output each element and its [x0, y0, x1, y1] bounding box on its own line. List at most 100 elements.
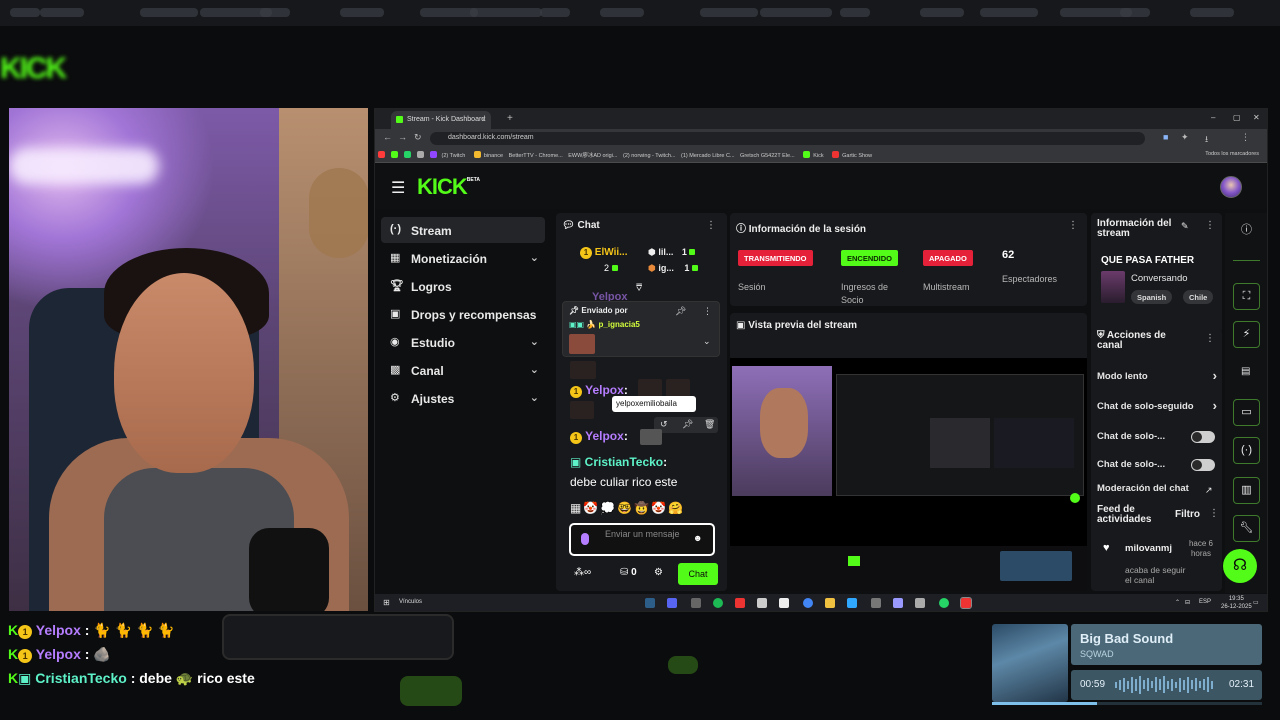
filter-button[interactable]: Filtro — [1175, 509, 1200, 520]
app-icon[interactable] — [779, 598, 789, 608]
chrome-icon[interactable] — [803, 598, 813, 608]
extension-icon[interactable]: ■ — [1163, 132, 1168, 142]
info-icon: ⓘ — [736, 224, 746, 235]
pinned-user[interactable]: ▣▣ 🍌 p_ignacia5 — [569, 320, 640, 329]
clock[interactable]: 19:35 26-12-2025 — [1221, 595, 1252, 611]
spotify-icon[interactable] — [713, 598, 723, 608]
lightning-icon[interactable]: ⚡︎ — [1233, 321, 1260, 348]
bookmark[interactable]: Gretsch G5422T Ele... — [740, 153, 795, 159]
notification-icon[interactable]: ▭ — [1253, 599, 1259, 606]
address-bar-row: ← → ↻ dashboard.kick.com/stream ■ ✦ ⭳ ⋮ — [375, 129, 1267, 148]
language-indicator[interactable]: ESP — [1199, 599, 1211, 605]
reload-icon[interactable]: ↻ — [414, 132, 422, 143]
hamburger-menu-icon[interactable]: ☰ — [391, 178, 405, 198]
bookmark[interactable]: (2) norwing - Twitch... — [623, 153, 675, 159]
stream-preview-video[interactable] — [730, 358, 1087, 546]
scroll-indicator-icon[interactable]: ⩢ — [636, 283, 642, 294]
bookmark[interactable]: EWW廖冰AD origi... — [568, 151, 617, 159]
app-icon[interactable] — [871, 598, 881, 608]
chat-only-toggle-2[interactable] — [1191, 459, 1215, 471]
feed-menu-icon[interactable]: ⋮ — [1209, 508, 1219, 519]
edit-icon[interactable]: ✎ — [1181, 221, 1189, 232]
active-app-icon[interactable] — [960, 597, 972, 609]
new-tab-icon[interactable]: + — [507, 113, 513, 124]
scan-icon[interactable]: ⛶ — [1233, 283, 1260, 310]
slow-mode-row[interactable]: Modo lento › — [1097, 368, 1217, 383]
close-tab-icon[interactable]: × — [481, 115, 486, 124]
download-icon[interactable]: ⭳ — [1205, 132, 1208, 148]
info-icon[interactable]: ⓘ — [1241, 221, 1252, 237]
forward-icon[interactable]: → — [398, 132, 407, 142]
chat-menu-icon[interactable]: ⋮ — [706, 220, 716, 231]
chat-popout-icon[interactable]: ▭ — [1233, 399, 1260, 426]
app-icon[interactable] — [915, 598, 925, 608]
channel-actions-menu-icon[interactable]: ⋮ — [1205, 333, 1215, 344]
undo-icon[interactable]: ↺ — [660, 419, 668, 430]
bookmark[interactable]: (1) Mercado Libre C... — [681, 153, 735, 159]
channel-points-icon[interactable]: ⁂∞ — [574, 567, 591, 578]
feed-event-user[interactable]: milovanmj — [1125, 543, 1172, 554]
external-link-icon[interactable]: ↗ — [1205, 485, 1213, 496]
app-icon[interactable] — [757, 598, 767, 608]
pinned-menu-icon[interactable]: ⋮ — [703, 306, 712, 317]
tray-up-icon[interactable]: ⌃ — [1175, 599, 1180, 606]
sidebar-item-canal[interactable]: ▩ Canal ⌄ — [381, 357, 545, 383]
app-icon[interactable] — [735, 598, 745, 608]
url-field[interactable]: dashboard.kick.com/stream — [430, 132, 1145, 145]
close-window-icon[interactable]: ✕ — [1253, 113, 1260, 122]
minimize-icon[interactable]: – — [1211, 113, 1215, 122]
network-icon[interactable]: ⊟ — [1185, 599, 1190, 606]
pin-icon[interactable]: 📌︎ — [675, 306, 686, 317]
all-bookmarks[interactable]: Todos los marcadores — [1205, 151, 1259, 157]
delete-icon[interactable]: 🗑︎ — [704, 419, 715, 430]
chat-input[interactable]: Enviar un mensaje ☻ — [569, 523, 715, 556]
bookmark[interactable]: Kick — [813, 153, 823, 159]
ai-moderation-row[interactable]: Moderación del chat con IA — [1097, 483, 1205, 493]
sidebar-item-estudio[interactable]: ◉ Estudio ⌄ — [381, 329, 545, 355]
tab-bar: Stream - Kick Dashboard × + – ▢ ✕ — [375, 109, 1267, 129]
whatsapp-icon[interactable] — [939, 598, 949, 608]
sidebar-item-stream[interactable]: (·) Stream — [381, 217, 545, 243]
broadcast-icon[interactable]: (·) — [1233, 437, 1260, 464]
obs-icon[interactable] — [691, 598, 701, 608]
photoshop-icon[interactable] — [847, 598, 857, 608]
session-menu-icon[interactable]: ⋮ — [1068, 220, 1078, 231]
menu-icon[interactable]: ⋮ — [1241, 132, 1250, 143]
emote-quick-bar[interactable]: ▦🤡💭🤓🤠🤡🤗 — [570, 501, 685, 515]
puzzle-icon[interactable]: ✦ — [1181, 132, 1189, 143]
steam-icon[interactable] — [645, 598, 655, 608]
stream-info-menu-icon[interactable]: ⋮ — [1205, 220, 1215, 231]
windows-start-icon[interactable]: ⊞ — [383, 598, 390, 607]
kick-logo[interactable]: KICKBETA — [417, 174, 480, 200]
wrench-icon[interactable]: 🔧︎ — [1233, 515, 1260, 542]
chevron-down-icon[interactable]: ⌄ — [703, 336, 711, 347]
premiere-icon[interactable] — [893, 598, 903, 608]
sidebar-item-drops[interactable]: ▣ Drops y recompensas — [381, 301, 545, 327]
help-headset-icon[interactable]: ☊ — [1223, 549, 1257, 583]
folder-icon[interactable] — [825, 598, 835, 608]
sidebar-item-monetizacion[interactable]: ▦ Monetización ⌄ — [381, 245, 545, 271]
chat-only-toggle-1[interactable] — [1191, 431, 1215, 443]
avatar[interactable] — [1220, 176, 1242, 198]
bookmark[interactable]: binance — [484, 153, 503, 159]
layout-icon[interactable]: ▥ — [1233, 477, 1260, 504]
emoji-icon[interactable]: ☻ — [693, 533, 702, 543]
maximize-icon[interactable]: ▢ — [1233, 113, 1241, 122]
back-icon[interactable]: ← — [383, 132, 392, 142]
browser-tab[interactable]: Stream - Kick Dashboard × — [391, 111, 491, 129]
bookmark[interactable]: BetterTTV - Chrome... — [509, 153, 563, 159]
bookmark[interactable]: (2) Twitch — [442, 153, 466, 159]
notes-icon[interactable]: ▤ — [1241, 366, 1250, 377]
bookmark[interactable]: Gartic Show — [842, 153, 872, 159]
sidebar-item-logros[interactable]: 🏆︎ Logros — [381, 273, 545, 299]
pinned-message: 📌︎ Enviado por 📌︎ ⋮ ▣▣ 🍌 p_ignacia5 ⌄ — [562, 301, 720, 357]
discord-icon[interactable] — [667, 598, 677, 608]
points-counter[interactable]: ⛁ 0 — [620, 567, 637, 578]
followers-only-row[interactable]: Chat de solo-seguido › — [1097, 398, 1217, 413]
taskbar-links[interactable]: Vínculos — [399, 599, 422, 605]
chat-settings-icon[interactable]: ⚙ — [654, 567, 663, 578]
status-badge-partner: ENCENDIDO — [841, 250, 899, 266]
send-chat-button[interactable]: Chat — [678, 563, 718, 585]
pin-icon[interactable]: 📌︎ — [682, 419, 693, 430]
sidebar-item-ajustes[interactable]: ⚙ Ajustes ⌄ — [381, 385, 545, 411]
